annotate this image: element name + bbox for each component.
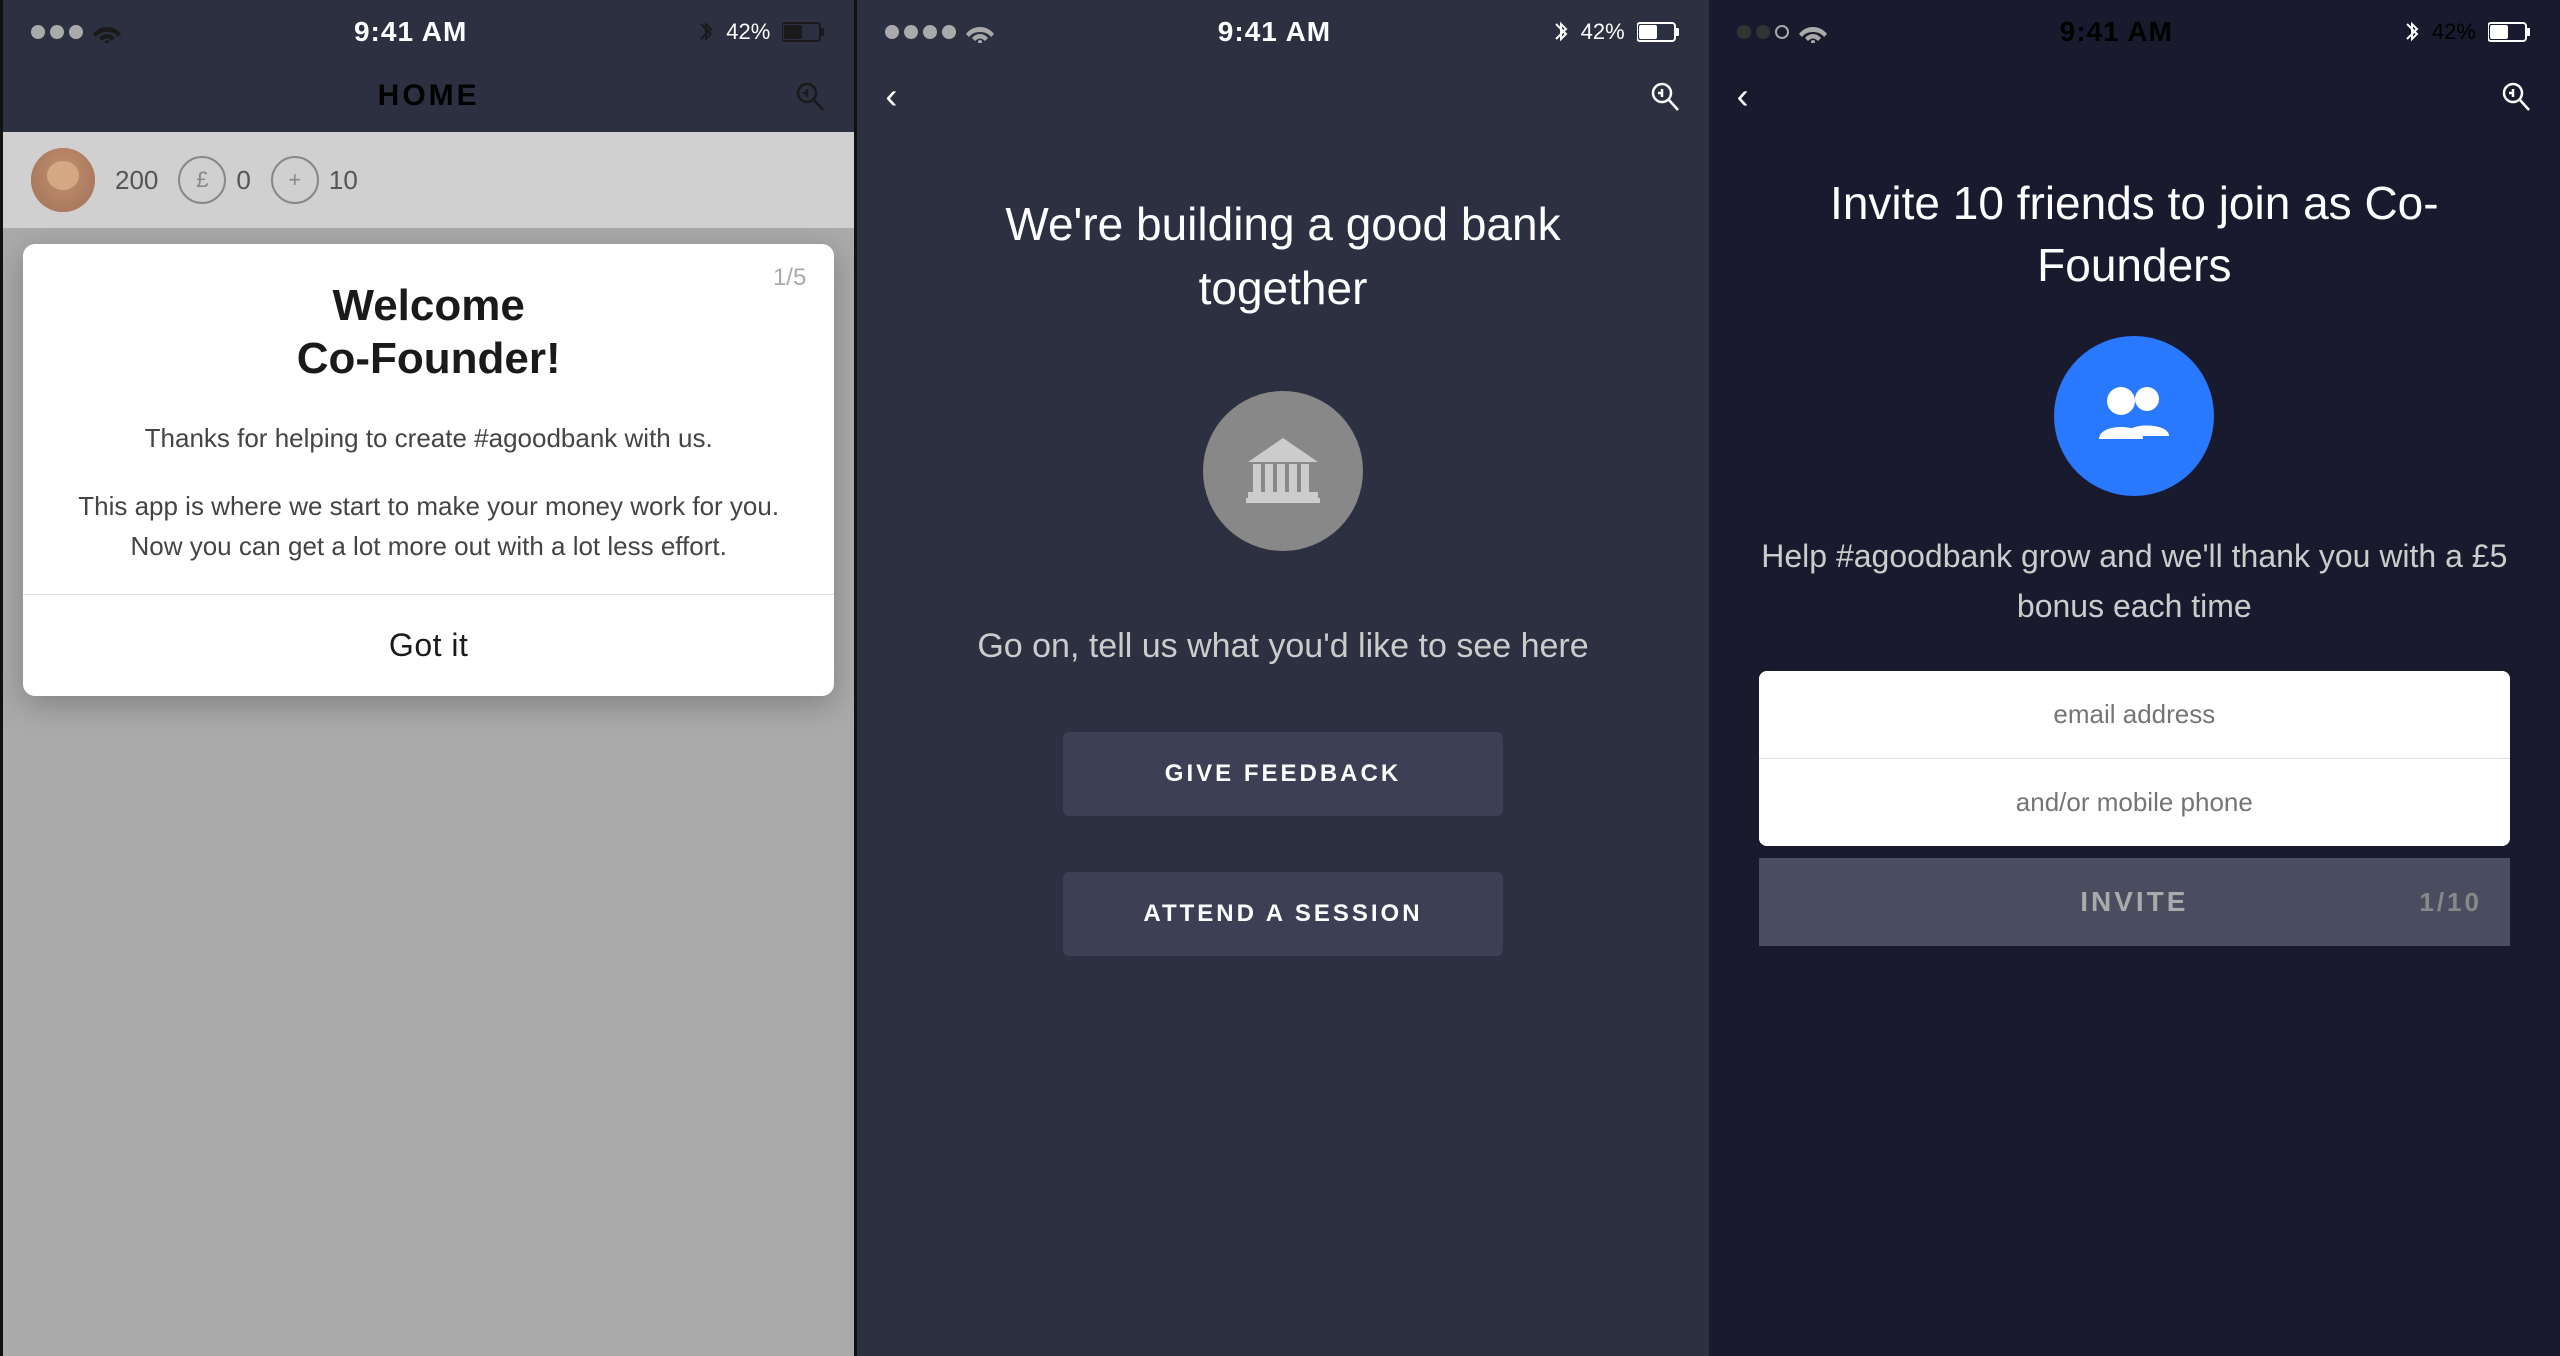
signal-dot-3 — [69, 25, 83, 39]
back-button-2[interactable]: ‹ — [885, 75, 897, 117]
signal-dot-2 — [50, 25, 64, 39]
modal-step: 1/5 — [773, 264, 806, 292]
wifi-icon-1 — [91, 21, 123, 43]
modal-body: Thanks for helping to create #agoodbank … — [23, 418, 834, 567]
signal-dots-3 — [1737, 25, 1789, 39]
search-button-3[interactable] — [2500, 80, 2532, 112]
panel2-title: We're building a good bank together — [917, 192, 1648, 321]
panel3-subtitle: Help #agoodbank grow and we'll thank you… — [1759, 532, 2510, 631]
avatar — [31, 148, 95, 212]
signal-dot-2-4 — [942, 25, 956, 39]
signal-dot-2-1 — [885, 25, 899, 39]
search-button-1[interactable] — [794, 80, 826, 112]
add-item: + 10 — [271, 156, 358, 204]
status-time-1: 9:41 AM — [354, 16, 467, 48]
status-bar-2: 9:41 AM 42% — [857, 0, 1708, 60]
signal-dots-2 — [885, 25, 956, 39]
friends-icon-circle — [2054, 336, 2214, 496]
battery-percent-2: 42% — [1581, 19, 1625, 45]
add-count: 10 — [329, 165, 358, 196]
status-bar-left-1 — [31, 21, 123, 43]
back-button-3[interactable]: ‹ — [1737, 75, 1749, 117]
modal-body-text-1: Thanks for helping to create #agoodbank … — [59, 418, 798, 458]
modal-title: Welcome Co-Founder! — [59, 280, 798, 386]
got-it-button[interactable]: Got it — [23, 595, 834, 696]
user-bar: 200 £ 0 + 10 — [3, 132, 854, 228]
panel3-title: Invite 10 friends to join as Co-Founders — [1759, 172, 2510, 296]
signal-dot-3-1 — [1737, 25, 1751, 39]
battery-percent-3: 42% — [2432, 19, 2476, 45]
give-feedback-button[interactable]: GIVE FEEDBACK — [1063, 732, 1503, 816]
status-time-3: 9:41 AM — [2060, 16, 2173, 48]
invite-label: INVITE — [2080, 886, 2188, 918]
signal-dot-2-3 — [923, 25, 937, 39]
panel3-content: Invite 10 friends to join as Co-Founders… — [1709, 132, 2560, 1356]
invite-form — [1759, 671, 2510, 846]
battery-icon-1 — [782, 21, 826, 43]
attend-session-button[interactable]: ATTEND A SESSION — [1063, 872, 1503, 956]
search-icon-3 — [2500, 80, 2532, 112]
bluetooth-icon-2 — [1553, 19, 1569, 45]
wifi-icon-3 — [1797, 21, 1829, 43]
bank-building-icon — [1238, 426, 1328, 516]
signal-dot-2-2 — [904, 25, 918, 39]
status-right-3: 42% — [2404, 19, 2532, 45]
search-icon-1 — [794, 80, 826, 112]
panel2-subtitle: Go on, tell us what you'd like to see he… — [977, 621, 1588, 672]
phone-screen-1: 9:41 AM 42% HOME — [0, 0, 857, 1356]
phone-input[interactable] — [1759, 759, 2510, 846]
modal-body-text-2: This app is where we start to make your … — [59, 486, 798, 567]
battery-icon-2 — [1637, 21, 1681, 43]
search-button-2[interactable] — [1649, 80, 1681, 112]
nav-bar-3: ‹ — [1709, 60, 2560, 132]
bluetooth-icon-1 — [698, 19, 714, 45]
search-icon-2 — [1649, 80, 1681, 112]
invite-button[interactable]: INVITE 1/10 — [1759, 858, 2510, 946]
add-icon: + — [271, 156, 319, 204]
status-time-2: 9:41 AM — [1218, 16, 1331, 48]
bank-icon-circle — [1203, 391, 1363, 551]
status-bar-3: 9:41 AM 42% — [1709, 0, 2560, 60]
welcome-modal: 1/5 Welcome Co-Founder! Thanks for helpi… — [23, 244, 834, 696]
status-bar-left-2 — [885, 21, 996, 43]
wifi-icon-2 — [964, 21, 996, 43]
friends-icon — [2089, 371, 2179, 461]
battery-percent-1: 42% — [726, 19, 770, 45]
currency-icon: £ — [178, 156, 226, 204]
status-bar-left-3 — [1737, 21, 1829, 43]
user-balance-amount: 200 — [115, 165, 158, 196]
user-balance-item: 200 — [115, 165, 158, 196]
signal-dot-3-2 — [1756, 25, 1770, 39]
status-right-2: 42% — [1553, 19, 1681, 45]
nav-title-1: HOME — [378, 79, 480, 113]
signal-dot-3-3 — [1775, 25, 1789, 39]
avatar-image — [31, 148, 95, 212]
nav-bar-2: ‹ — [857, 60, 1708, 132]
modal-header: 1/5 Welcome Co-Founder! — [23, 244, 834, 386]
nav-bar-1: HOME — [3, 60, 854, 132]
phone-screen-3: 9:41 AM 42% ‹ Invite 10 friends — [1709, 0, 2560, 1356]
signal-dots-1 — [31, 25, 83, 39]
currency-balance: 0 — [236, 165, 250, 196]
modal-footer: Got it — [23, 595, 834, 696]
panel2-content: We're building a good bank together Go o… — [857, 132, 1708, 1356]
email-input[interactable] — [1759, 671, 2510, 759]
invite-count: 1/10 — [2419, 887, 2482, 918]
bluetooth-icon-3 — [2404, 19, 2420, 45]
phone-screen-2: 9:41 AM 42% ‹ We're building a g — [857, 0, 1708, 1356]
panel1-content: so far on the road #agoodbank 1/5 Welcom… — [3, 228, 854, 1356]
currency-item: £ 0 — [178, 156, 250, 204]
status-right-1: 42% — [698, 19, 826, 45]
status-bar-1: 9:41 AM 42% — [3, 0, 854, 60]
signal-dot-1 — [31, 25, 45, 39]
battery-icon-3 — [2488, 21, 2532, 43]
